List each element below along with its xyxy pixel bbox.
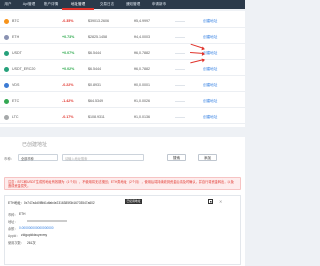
coin-bar [175,68,185,71]
create-address-button[interactable]: 创建地址 [203,19,217,24]
key-label: 地址： [8,220,18,224]
masked-value [27,220,67,222]
coin-usd: $6.5444 [88,51,101,55]
coin-bar [175,100,185,103]
tab-notify[interactable]: 通知管理 [120,0,146,9]
coin-row-btc: BTC -0.35% $39013.2606 ¥5,4.9997 创建地址 [0,15,245,28]
add-button[interactable]: 添加 [198,154,217,161]
coin-name: ETC [12,99,20,103]
coin-usd: $108.9311 [88,115,105,119]
coin-row-eth: ETH +0.73% $2825.1458 ¥4,4.0003 创建地址 [0,31,245,44]
tab-new-coin[interactable]: 申请新币 [146,0,172,9]
coin-change: -0.35% [62,19,74,23]
coin-usd: $6.5444 [88,67,101,71]
usdt-icon [4,51,9,56]
balance-label: 余额： [8,227,18,231]
search-button[interactable]: 搜索 [167,154,186,161]
coin-row-vds: VDS -0.22% $0.8931 ¥0,0.0001 创建地址 [0,79,245,92]
delete-icon[interactable]: ✕ [219,199,222,204]
coin-row-ltc: LTC -0.17% $108.9311 ¥1,0.0136 创建地址 [0,111,245,124]
balance-value: 0.000000000000000000 [19,226,54,230]
tab-account[interactable]: 账户详情 [40,0,62,9]
tab-logs[interactable]: 交易日志 [94,0,120,9]
status-badge: 已使用地址 [125,199,142,204]
coin-bar [175,20,185,23]
usdt-icon [4,67,9,72]
coin-sub: ¥4,4.0003 [134,35,150,39]
coin-usd: $0.8931 [88,83,101,87]
btc-icon [4,19,9,24]
coin-change: +0.07% [62,51,75,55]
coin-bar [175,84,185,87]
coin-sub: ¥0,0.0001 [134,83,150,87]
top-nav: 用户 Api管理 账户详情 地址管理 交易日志 通知管理 申请新币 [0,0,245,10]
coin-name: USDT_ERC20 [12,67,36,71]
appid-value: zIdgupkktzuyxvmy [21,233,48,237]
coin-sub: ¥6,0.7882 [134,67,150,71]
appid-label: AppId： [8,234,20,238]
coin-sub: ¥1,0.0136 [134,115,150,119]
coin-name: VDS [12,83,20,87]
coin-filter-label: 币种： [4,156,15,161]
coin-bar [175,36,185,39]
usage-count-value: 261次 [27,241,36,245]
warning-notice: 注意：BTC和USDT生成的地址有效期为（1个月），不使用将无法找回；ETH类地… [4,177,241,190]
notice-text: 注意：BTC和USDT生成的地址有效期为（1个月），不使用将无法找回；ETH类地… [8,180,234,189]
coin-usd: $2825.1458 [88,35,107,39]
address-value[interactable]: ETH地址：0x747a4d0f8fd1dfab4e2316385f3b1670… [8,200,95,205]
create-address-button[interactable]: 创建地址 [203,35,217,40]
coin-label: 币种： [8,213,18,217]
etc-icon [4,99,9,104]
qr-code-icon[interactable] [208,199,213,204]
usage-count-label: 使用次数： [8,241,24,245]
coin-sub: ¥5,4.9997 [134,19,150,23]
coin-bar [175,52,185,55]
create-address-button[interactable]: 创建地址 [203,83,217,88]
address-search-input[interactable]: 请输入地址搜索 [62,154,144,161]
coin-name: LTC [12,115,19,119]
coin-filter-select[interactable]: 全部币种 [18,154,58,161]
vds-icon [4,83,9,88]
coin-change: -0.22% [62,83,74,87]
coin-list: BTC -0.35% $39013.2606 ¥5,4.9997 创建地址 ET… [0,11,245,127]
section-title: 已创建地址 [22,142,48,148]
coin-change: +0.73% [62,35,75,39]
coin-change: -1.42% [62,99,74,103]
coin-row-usdt-erc20: USDT_ERC20 +0.02% $6.5444 ¥6,0.7882 创建地址 [0,63,245,76]
coin-usd: $64.5349 [88,99,103,103]
tab-api[interactable]: Api管理 [18,0,40,9]
coin-name: BTC [12,19,20,23]
coin-bar [175,116,185,119]
coin-value: ETH [19,212,26,216]
coin-change: -0.17% [62,115,74,119]
create-address-button[interactable]: 创建地址 [203,115,217,120]
create-address-button[interactable]: 创建地址 [203,67,217,72]
eth-icon [4,35,9,40]
coin-row-etc: ETC -1.42% $64.5349 ¥1,0.0026 创建地址 [0,95,245,108]
coin-sub: ¥1,0.0026 [134,99,150,103]
coin-name: USDT [12,51,22,55]
tab-user[interactable]: 用户 [2,0,14,9]
address-panel: 已创建地址 币种： 全部币种 请输入地址搜索 搜索 添加 注意：BTC和USDT… [0,137,245,266]
coin-sub: ¥6,0.7882 [134,51,150,55]
filter-row: 币种： 全部币种 请输入地址搜索 搜索 添加 [4,154,241,161]
coin-usd: $39013.2606 [88,19,109,23]
create-address-button[interactable]: 创建地址 [203,99,217,104]
coin-name: ETH [12,35,20,39]
coin-row-usdt: USDT +0.07% $6.5444 ¥6,0.7882 创建地址 [0,47,245,60]
ltc-icon [4,115,9,120]
address-card: ETH地址：0x747a4d0f8fd1dfab4e2316385f3b1670… [4,195,241,265]
active-tab-indicator [62,8,94,10]
coin-change: +0.02% [62,67,75,71]
